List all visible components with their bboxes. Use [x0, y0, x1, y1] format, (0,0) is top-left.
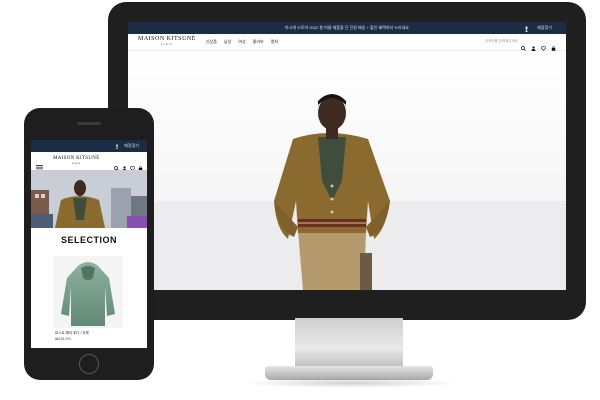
- home-button[interactable]: [79, 354, 99, 374]
- desktop-promo-bar: 마시게 스토어 2022 봄 여름 제품을 단 진원 배송 + 할인 혜택까지 …: [128, 22, 566, 34]
- menu-item-new[interactable]: 신상품: [206, 39, 217, 45]
- search-input[interactable]: 검색어를 입력해주세요: [485, 39, 518, 44]
- desktop-nav: MAISON KITSUNÉ PARIS 신상품 남성 여성 콜라보 컬처 검색…: [128, 34, 566, 51]
- phone-speaker: [77, 122, 101, 125]
- mobile-phone: 매장찾기 MAISON KITSUNÉ PARIS SELECTION 미스트 …: [24, 108, 154, 380]
- product-card[interactable]: [53, 256, 123, 328]
- user-icon[interactable]: [122, 158, 127, 171]
- mobile-screen: 매장찾기 MAISON KITSUNÉ PARIS SELECTION 미스트 …: [31, 140, 147, 348]
- mobile-promo-bar: 매장찾기: [31, 140, 147, 152]
- monitor-shadow: [240, 378, 460, 388]
- store-locator-link[interactable]: 매장찾기: [124, 143, 139, 149]
- mobile-hero-image[interactable]: [31, 170, 147, 228]
- search-icon[interactable]: [114, 158, 119, 171]
- product-name[interactable]: 미스트 해지 후디 / 자켓: [55, 331, 89, 336]
- user-icon[interactable]: [531, 38, 536, 51]
- product-image: [61, 262, 115, 326]
- desktop-screen: 마시게 스토어 2022 봄 여름 제품을 단 진원 배송 + 할인 혜택까지 …: [128, 22, 566, 290]
- heart-icon[interactable]: [130, 158, 135, 171]
- menu-item-men[interactable]: 남성: [224, 39, 231, 45]
- model-photo: [128, 94, 566, 290]
- bag-icon[interactable]: [138, 158, 143, 171]
- hero-image[interactable]: [128, 51, 566, 290]
- bag-icon[interactable]: [551, 38, 556, 51]
- store-locator-link[interactable]: 매장찾기: [537, 25, 552, 31]
- search-icon[interactable]: [521, 38, 526, 51]
- menu-item-women[interactable]: 여성: [238, 39, 245, 45]
- mobile-nav: MAISON KITSUNÉ PARIS: [31, 152, 147, 171]
- menu-icon[interactable]: [36, 158, 43, 171]
- promo-text: 마시게 스토어 2022 봄 여름 제품을 단 진원 배송 + 할인 혜택까지 …: [285, 25, 409, 30]
- brand-logo[interactable]: MAISON KITSUNÉ PARIS: [53, 156, 100, 166]
- menu-item-culture[interactable]: 컬처: [271, 39, 278, 45]
- model-photo: [31, 170, 147, 228]
- heart-icon[interactable]: [541, 38, 546, 51]
- menu-item-collab[interactable]: 콜라보: [253, 39, 264, 45]
- monitor-stand: [295, 318, 403, 368]
- desktop-monitor: 마시게 스토어 2022 봄 여름 제품을 단 진원 배송 + 할인 혜택까지 …: [108, 2, 586, 320]
- trophy-icon: [524, 26, 529, 32]
- product-price: ₩438,000: [55, 337, 71, 341]
- section-title: SELECTION: [60, 235, 117, 245]
- brand-logo[interactable]: MAISON KITSUNÉ PARIS: [138, 36, 196, 48]
- trophy-icon: [115, 144, 120, 149]
- main-menu: 신상품 남성 여성 콜라보 컬처: [206, 39, 278, 45]
